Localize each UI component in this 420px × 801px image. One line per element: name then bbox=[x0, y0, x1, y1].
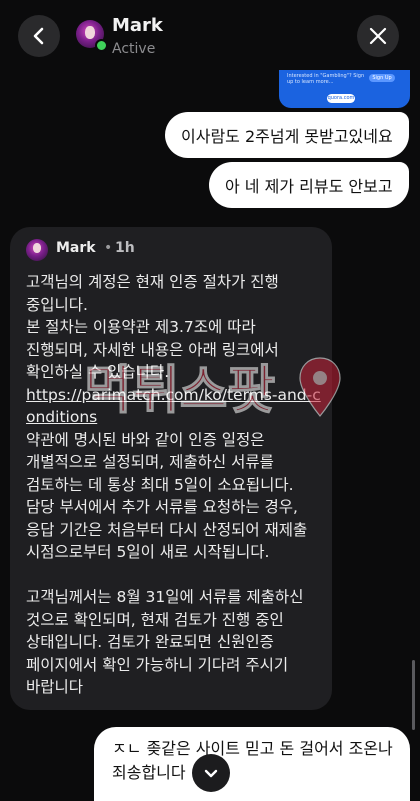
close-button[interactable] bbox=[357, 15, 399, 57]
ad-link-button[interactable]: quora.com bbox=[327, 94, 355, 103]
message-paragraph: 약관에 명시된 바와 같이 인증 일정은 개별적으로 설정되며, 제출하신 서류… bbox=[26, 430, 308, 562]
close-icon bbox=[369, 27, 387, 45]
terms-link[interactable]: https://parimatch.com/ko/terms-and-condi… bbox=[26, 384, 322, 429]
scrollbar[interactable] bbox=[412, 660, 415, 730]
contact-status: Active bbox=[112, 41, 156, 57]
contact-name[interactable]: Mark bbox=[112, 15, 163, 36]
message-paragraph: 본 절차는 이용약관 제3.7조에 따라 진행되며, 자세한 내용은 아래 링크… bbox=[26, 318, 279, 381]
message-paragraph: 고객님의 계정은 현재 인증 절차가 진행 중입니다. bbox=[26, 273, 279, 314]
sender-name: Mark bbox=[56, 240, 96, 256]
message-body: 고객님의 계정은 현재 인증 절차가 진행 중입니다. 본 절차는 이용약관 제… bbox=[26, 271, 322, 699]
ad-signup-button[interactable]: Sign Up bbox=[369, 74, 395, 82]
separator-dot: • bbox=[104, 240, 113, 256]
outgoing-message[interactable]: 이사람도 2주넘게 못받고있네요 bbox=[165, 112, 409, 158]
chat-screen: Mark Active Interested in "Gambling"? Si… bbox=[0, 0, 420, 801]
chevron-down-icon bbox=[204, 769, 218, 778]
ad-text: Interested in "Gambling"? Sign up to lea… bbox=[287, 73, 365, 85]
outgoing-message[interactable]: 아 네 제가 리뷰도 안보고 bbox=[209, 162, 409, 208]
message-text: 이사람도 2주넘게 못받고있네요 bbox=[181, 127, 393, 146]
outgoing-message[interactable]: ㅈㄴ 좆같은 사이트 믿고 돈 걸어서 조온나 죄송합니다 bbox=[94, 727, 410, 801]
shared-ad-preview[interactable]: Interested in "Gambling"? Sign up to lea… bbox=[279, 70, 410, 108]
online-status-dot bbox=[95, 39, 108, 52]
message-paragraph: 고객님께서는 8월 31일에 서류를 제출하신 것으로 확인되며, 현재 검토가… bbox=[26, 588, 304, 696]
message-time: 1h bbox=[115, 240, 135, 256]
incoming-message[interactable]: Mark • 1h 고객님의 계정은 현재 인증 절차가 진행 중입니다. 본 … bbox=[10, 227, 332, 710]
chat-header: Mark Active bbox=[0, 0, 420, 70]
back-button[interactable] bbox=[18, 15, 60, 57]
chevron-left-icon bbox=[33, 27, 44, 45]
sender-avatar bbox=[26, 239, 48, 261]
message-text: 아 네 제가 리뷰도 안보고 bbox=[225, 177, 393, 196]
message-text: ㅈㄴ 좆같은 사이트 믿고 돈 걸어서 조온나 죄송합니다 bbox=[112, 739, 393, 782]
scroll-to-bottom-button[interactable] bbox=[192, 754, 230, 792]
